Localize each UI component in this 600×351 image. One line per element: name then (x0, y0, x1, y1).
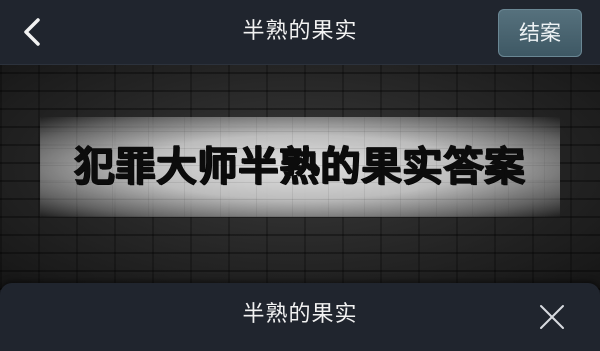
page-title: 半熟的果实 (242, 19, 358, 44)
sheet-title: 半熟的果实 (242, 302, 358, 327)
back-button[interactable] (14, 14, 50, 50)
top-navigation-bar: 半熟的果实 结案 (0, 0, 600, 65)
chevron-left-icon (24, 18, 40, 46)
banner-headline: 犯罪大师半熟的果实答案 (74, 143, 526, 190)
sheet-close-button[interactable] (532, 297, 572, 337)
banner-image: 犯罪大师半熟的果实答案 (0, 65, 600, 290)
app-screen: 半熟的果实 结案 犯罪大师半熟的果实答案 半熟的果实 (0, 0, 600, 351)
close-icon (540, 305, 564, 329)
close-case-button[interactable]: 结案 (498, 9, 582, 57)
bottom-sheet-header: 半熟的果实 (0, 283, 600, 351)
